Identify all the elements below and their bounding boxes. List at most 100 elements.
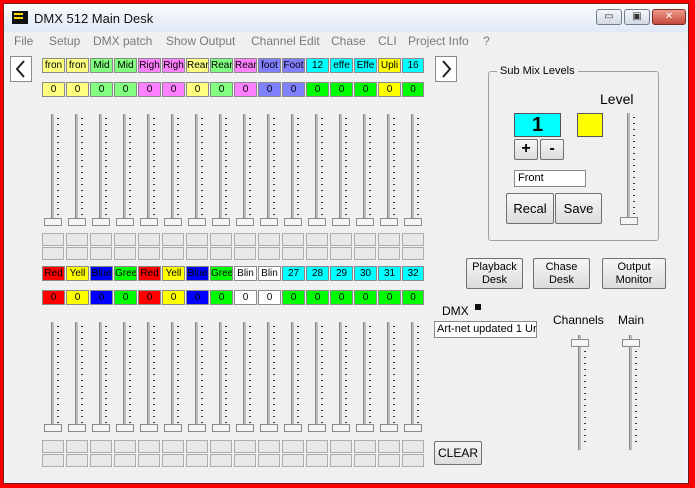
save-button[interactable]: Save xyxy=(555,193,602,224)
top-channel-flash-button-11[interactable] xyxy=(282,233,304,246)
bottom-channel-select-button-8[interactable] xyxy=(210,454,232,467)
bottom-channel-fader-3[interactable] xyxy=(92,322,110,432)
top-channel-fader-16[interactable] xyxy=(404,114,422,226)
playback-desk-button[interactable]: Playback Desk xyxy=(466,258,523,289)
top-channel-fader-13[interactable] xyxy=(332,114,350,226)
top-channel-flash-button-7[interactable] xyxy=(186,233,208,246)
menu-dmx-patch[interactable]: DMX patch xyxy=(93,34,152,48)
submix-color-swatch[interactable] xyxy=(577,113,603,137)
top-channel-flash-button-13[interactable] xyxy=(330,233,352,246)
bottom-channel-flash-button-4[interactable] xyxy=(114,440,136,453)
bottom-channel-fader-1[interactable] xyxy=(44,322,62,432)
chase-desk-button[interactable]: Chase Desk xyxy=(533,258,590,289)
top-channel-select-button-16[interactable] xyxy=(402,247,424,260)
bottom-channel-flash-button-1[interactable] xyxy=(42,440,64,453)
top-channel-fader-6[interactable] xyxy=(164,114,182,226)
menu-file[interactable]: File xyxy=(14,34,33,48)
bottom-channel-select-button-12[interactable] xyxy=(306,454,328,467)
bottom-channel-fader-16[interactable] xyxy=(404,322,422,432)
bottom-channel-flash-button-8[interactable] xyxy=(210,440,232,453)
top-channel-select-button-4[interactable] xyxy=(114,247,136,260)
submix-name-field[interactable]: Front xyxy=(514,170,586,187)
maximize-button[interactable]: ▣ xyxy=(624,9,650,25)
top-channel-select-button-2[interactable] xyxy=(66,247,88,260)
bottom-channel-select-button-5[interactable] xyxy=(138,454,160,467)
top-channel-fader-4[interactable] xyxy=(116,114,134,226)
bottom-channel-select-button-10[interactable] xyxy=(258,454,280,467)
top-channel-select-button-5[interactable] xyxy=(138,247,160,260)
top-channel-select-button-7[interactable] xyxy=(186,247,208,260)
menu-channel-edit[interactable]: Channel Edit xyxy=(251,34,320,48)
top-channel-fader-3[interactable] xyxy=(92,114,110,226)
bottom-channel-select-button-6[interactable] xyxy=(162,454,184,467)
bottom-channel-select-button-16[interactable] xyxy=(402,454,424,467)
bottom-channel-fader-15[interactable] xyxy=(380,322,398,432)
top-channel-fader-10[interactable] xyxy=(260,114,278,226)
top-channel-flash-button-3[interactable] xyxy=(90,233,112,246)
top-channel-flash-button-14[interactable] xyxy=(354,233,376,246)
bottom-channel-fader-13[interactable] xyxy=(332,322,350,432)
bottom-channel-select-button-3[interactable] xyxy=(90,454,112,467)
channels-master-fader[interactable] xyxy=(571,335,589,450)
bottom-channel-flash-button-15[interactable] xyxy=(378,440,400,453)
top-channel-fader-15[interactable] xyxy=(380,114,398,226)
top-channel-flash-button-12[interactable] xyxy=(306,233,328,246)
prev-bank-button[interactable] xyxy=(10,56,32,82)
close-button[interactable]: ✕ xyxy=(652,9,686,25)
top-channel-select-button-3[interactable] xyxy=(90,247,112,260)
top-channel-flash-button-6[interactable] xyxy=(162,233,184,246)
bottom-channel-fader-9[interactable] xyxy=(236,322,254,432)
bottom-channel-select-button-1[interactable] xyxy=(42,454,64,467)
submix-level-fader[interactable] xyxy=(620,113,638,225)
top-channel-fader-1[interactable] xyxy=(44,114,62,226)
main-master-fader[interactable] xyxy=(622,335,640,450)
bottom-channel-flash-button-10[interactable] xyxy=(258,440,280,453)
bottom-channel-fader-8[interactable] xyxy=(212,322,230,432)
top-channel-select-button-10[interactable] xyxy=(258,247,280,260)
top-channel-select-button-12[interactable] xyxy=(306,247,328,260)
top-channel-flash-button-5[interactable] xyxy=(138,233,160,246)
next-bank-button[interactable] xyxy=(435,56,457,82)
top-channel-select-button-9[interactable] xyxy=(234,247,256,260)
bottom-channel-flash-button-13[interactable] xyxy=(330,440,352,453)
top-channel-select-button-11[interactable] xyxy=(282,247,304,260)
bottom-channel-select-button-9[interactable] xyxy=(234,454,256,467)
top-channel-fader-2[interactable] xyxy=(68,114,86,226)
bottom-channel-flash-button-9[interactable] xyxy=(234,440,256,453)
bottom-channel-fader-4[interactable] xyxy=(116,322,134,432)
bottom-channel-fader-12[interactable] xyxy=(308,322,326,432)
bottom-channel-flash-button-7[interactable] xyxy=(186,440,208,453)
top-channel-fader-11[interactable] xyxy=(284,114,302,226)
top-channel-select-button-8[interactable] xyxy=(210,247,232,260)
bottom-channel-select-button-14[interactable] xyxy=(354,454,376,467)
top-channel-flash-button-15[interactable] xyxy=(378,233,400,246)
top-channel-flash-button-16[interactable] xyxy=(402,233,424,246)
top-channel-fader-14[interactable] xyxy=(356,114,374,226)
bottom-channel-fader-5[interactable] xyxy=(140,322,158,432)
menu-chase[interactable]: Chase xyxy=(331,34,366,48)
top-channel-fader-5[interactable] xyxy=(140,114,158,226)
minimize-button[interactable]: ▭ xyxy=(596,9,622,25)
top-channel-flash-button-4[interactable] xyxy=(114,233,136,246)
bottom-channel-fader-10[interactable] xyxy=(260,322,278,432)
bottom-channel-fader-14[interactable] xyxy=(356,322,374,432)
bottom-channel-flash-button-14[interactable] xyxy=(354,440,376,453)
top-channel-fader-12[interactable] xyxy=(308,114,326,226)
bottom-channel-fader-2[interactable] xyxy=(68,322,86,432)
top-channel-fader-7[interactable] xyxy=(188,114,206,226)
top-channel-flash-button-10[interactable] xyxy=(258,233,280,246)
menu-show-output[interactable]: Show Output xyxy=(166,34,235,48)
bottom-channel-select-button-13[interactable] xyxy=(330,454,352,467)
submix-plus-button[interactable]: + xyxy=(514,139,538,160)
bottom-channel-select-button-7[interactable] xyxy=(186,454,208,467)
bottom-channel-flash-button-6[interactable] xyxy=(162,440,184,453)
recall-button[interactable]: Recal xyxy=(506,193,554,224)
top-channel-flash-button-8[interactable] xyxy=(210,233,232,246)
menu-setup[interactable]: Setup xyxy=(49,34,80,48)
output-monitor-button[interactable]: Output Monitor xyxy=(602,258,666,289)
bottom-channel-flash-button-12[interactable] xyxy=(306,440,328,453)
bottom-channel-select-button-15[interactable] xyxy=(378,454,400,467)
menu-cli[interactable]: CLI xyxy=(378,34,397,48)
submix-minus-button[interactable]: - xyxy=(540,139,564,160)
bottom-channel-flash-button-3[interactable] xyxy=(90,440,112,453)
